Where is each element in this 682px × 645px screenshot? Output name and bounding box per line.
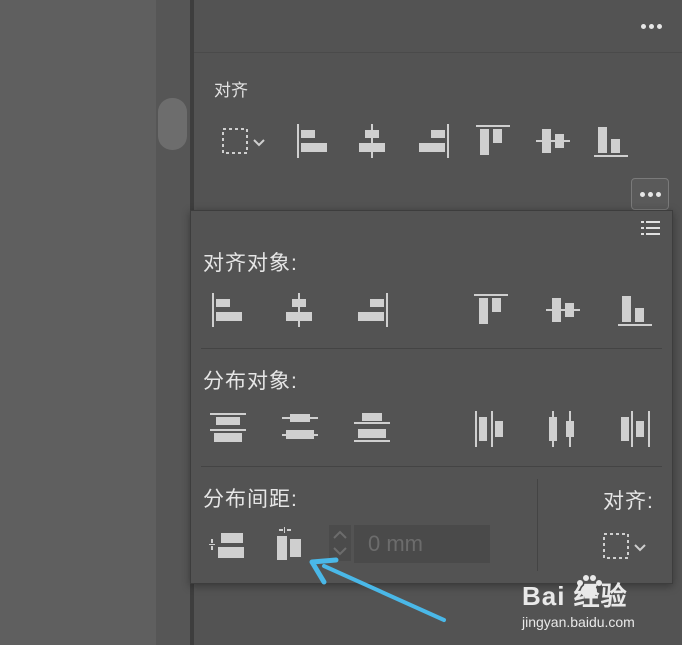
align-top-icon[interactable] — [474, 122, 512, 160]
align-right-icon[interactable] — [416, 122, 452, 160]
panel-title: 对齐 — [214, 81, 248, 100]
panel-header-bar — [194, 0, 682, 53]
baidu-jingyan-watermark: Bai 经验 jingyan.baidu.com — [518, 570, 678, 640]
paw-logo-icon — [577, 575, 602, 598]
align-horizontal-center-icon[interactable] — [354, 122, 390, 160]
align-bottom-icon[interactable] — [616, 291, 654, 329]
align-top-icon[interactable] — [472, 291, 510, 329]
distribute-vertical-center-icon[interactable] — [280, 409, 320, 447]
section-divider — [201, 348, 662, 349]
align-vertical-center-icon[interactable] — [544, 291, 582, 329]
annotation-arrow — [306, 556, 450, 633]
align-options-popup: 对齐对象: 分布对象: 分布间距: 对齐: 0 mm — [190, 210, 673, 584]
watermark-url-text: jingyan.baidu.com — [522, 614, 635, 630]
align-objects-label: 对齐对象: — [203, 252, 298, 275]
column-divider — [537, 479, 538, 571]
horizontal-distribute-space-icon[interactable] — [273, 525, 309, 565]
distribute-objects-label: 分布对象: — [203, 370, 298, 393]
distribute-left-icon[interactable] — [472, 409, 510, 449]
more-horizontal-icon — [632, 188, 668, 200]
align-to-selection-dropdown[interactable] — [601, 529, 651, 563]
align-to-label: 对齐: — [603, 490, 654, 513]
distribute-spacing-label: 分布间距: — [203, 488, 298, 511]
list-menu-icon[interactable] — [640, 219, 662, 237]
canvas-area — [0, 0, 156, 645]
align-horizontal-center-icon[interactable] — [280, 291, 318, 329]
section-divider — [201, 466, 662, 467]
align-bottom-icon[interactable] — [592, 122, 630, 160]
vertical-distribute-space-icon[interactable] — [208, 529, 246, 565]
vertical-scrollbar[interactable] — [156, 0, 190, 645]
distribute-horizontal-center-icon[interactable] — [544, 409, 582, 449]
align-left-icon[interactable] — [294, 122, 330, 160]
align-right-icon[interactable] — [353, 291, 391, 329]
more-horizontal-icon[interactable] — [636, 20, 666, 32]
distribute-right-icon[interactable] — [616, 409, 654, 449]
align-to-selection-dropdown[interactable] — [220, 124, 270, 158]
show-more-options-button[interactable] — [631, 178, 669, 210]
distribute-bottom-icon[interactable] — [352, 409, 392, 447]
distribute-top-icon[interactable] — [208, 409, 248, 447]
align-vertical-center-icon[interactable] — [534, 122, 572, 160]
scrollbar-thumb[interactable] — [158, 98, 187, 150]
align-left-icon[interactable] — [209, 291, 247, 329]
